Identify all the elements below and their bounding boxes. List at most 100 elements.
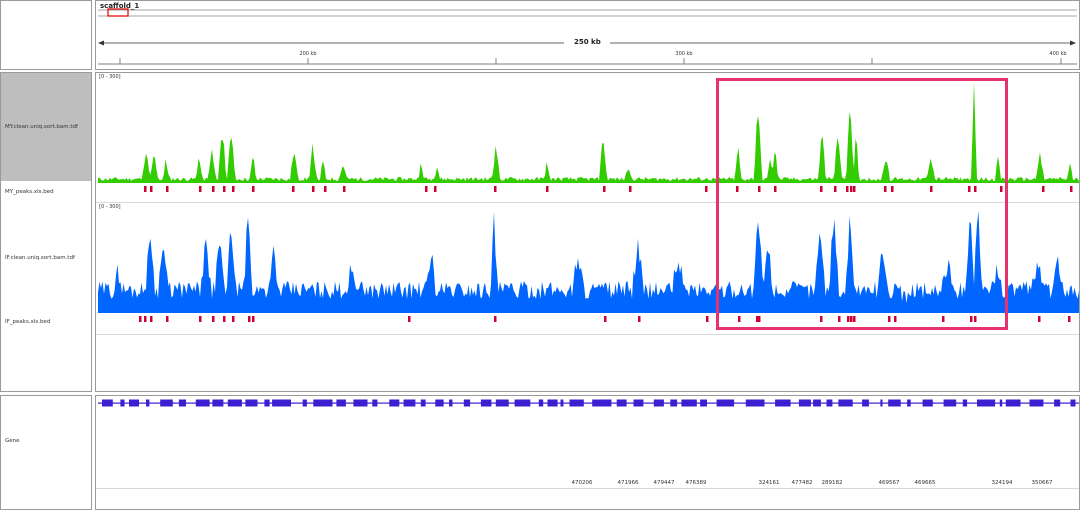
peak-mark <box>223 186 226 192</box>
peak-mark <box>1042 186 1045 192</box>
gene-exon <box>907 399 911 407</box>
gene-id-label[interactable]: 324194 <box>992 480 1013 486</box>
gene-exon <box>514 399 531 407</box>
gene-exon <box>538 399 544 407</box>
ruler-svg <box>98 8 1077 65</box>
gene-exon <box>1054 399 1061 407</box>
peak-mark <box>212 316 215 322</box>
gene-exon <box>838 399 853 407</box>
gene-exon <box>403 399 416 407</box>
peak-mark <box>248 316 251 322</box>
gene-exon <box>302 399 307 407</box>
peak-mark <box>199 316 202 322</box>
peak-mark <box>312 186 315 192</box>
peak-mark <box>604 316 607 322</box>
peak-mark <box>343 186 346 192</box>
gene-exon <box>775 399 791 407</box>
peak-mark <box>705 186 708 192</box>
peak-mark <box>166 316 169 322</box>
gene-exon <box>569 399 584 407</box>
gene-exon <box>1029 399 1044 407</box>
gene-exon <box>336 399 346 407</box>
gene-id-label[interactable]: 289182 <box>822 480 843 486</box>
gene-exon <box>389 399 400 407</box>
gene-id-label[interactable]: 470206 <box>572 480 593 486</box>
peak-mark <box>232 316 235 322</box>
gene-id-label[interactable]: 469665 <box>915 480 936 486</box>
gene-id-label[interactable]: 469567 <box>879 480 900 486</box>
peak-mark <box>144 186 147 192</box>
gene-exon <box>1070 399 1076 407</box>
gene-id-label[interactable]: 324161 <box>759 480 780 486</box>
peak-mark <box>292 186 295 192</box>
peak-mark <box>494 316 497 322</box>
gene-id-label[interactable]: 477482 <box>792 480 813 486</box>
gene-exon <box>463 399 471 407</box>
ruler-tick-label: 200 kb <box>299 51 317 57</box>
gene-panel[interactable]: 470206 471966 479447 476389 324161 47748… <box>95 395 1080 510</box>
gene-id-label[interactable]: 350667 <box>1032 480 1053 486</box>
gene-exon <box>313 399 333 407</box>
peak-mark <box>150 186 153 192</box>
gene-exon <box>999 399 1003 407</box>
gene-exon <box>633 399 644 407</box>
gene-name-panel: Gene <box>0 395 92 510</box>
track-name-my-tdf[interactable]: MY.clean.uniq.sort.bam.tdf <box>5 124 78 130</box>
ruler-tick-label: 300 kb <box>675 51 693 57</box>
peak-mark <box>1038 316 1041 322</box>
gene-exon <box>1005 399 1021 407</box>
gene-exon <box>670 399 678 407</box>
span-label: 250 kb <box>574 38 601 46</box>
gene-exon <box>212 399 224 407</box>
gene-exon <box>745 399 765 407</box>
gene-exon <box>826 399 833 407</box>
peak-mark <box>232 186 235 192</box>
gene-exon <box>977 399 996 407</box>
gene-exon <box>146 399 150 407</box>
gene-exon <box>922 399 933 407</box>
gene-exon <box>420 399 426 407</box>
peak-mark <box>408 316 411 322</box>
gene-track[interactable] <box>98 397 1079 409</box>
gene-exon <box>120 399 125 407</box>
gene-exon <box>195 399 210 407</box>
gene-exon <box>372 399 378 407</box>
peak-mark <box>1070 186 1073 192</box>
gene-exon <box>495 399 509 407</box>
gene-id-label[interactable]: 479447 <box>654 480 675 486</box>
gene-exon <box>272 399 291 407</box>
peak-mark <box>252 186 255 192</box>
gene-exon <box>245 399 258 407</box>
peak-mark <box>603 186 606 192</box>
gene-exon <box>592 399 612 407</box>
gene-exon <box>227 399 242 407</box>
gene-exon <box>353 399 368 407</box>
gene-exon <box>700 399 707 407</box>
gene-exon <box>480 399 492 407</box>
peak-mark <box>223 316 226 322</box>
gene-track-name[interactable]: Gene <box>5 438 20 444</box>
gene-exon <box>813 399 821 407</box>
peak-mark <box>629 186 632 192</box>
gene-id-label[interactable]: 471966 <box>618 480 639 486</box>
gene-id-label[interactable]: 476389 <box>686 480 707 486</box>
peak-mark <box>166 186 169 192</box>
peak-mark <box>638 316 641 322</box>
gene-exon <box>681 399 697 407</box>
ruler-panel[interactable]: scaffold_1 250 kb 200 kb 300 kb 400 kb <box>95 0 1080 70</box>
peak-mark <box>494 186 497 192</box>
track-name-my-peaks[interactable]: MY_peaks.xls.bed <box>5 189 54 195</box>
data-track-panel[interactable]: [0 - 300] [0 - 300] <box>95 72 1080 392</box>
track-name-panel: MY.clean.uniq.sort.bam.tdf MY_peaks.xls.… <box>0 72 92 392</box>
gene-exon <box>798 399 811 407</box>
gene-exon <box>888 399 901 407</box>
gene-exon <box>862 399 869 407</box>
peak-mark <box>546 186 549 192</box>
peak-mark <box>434 186 437 192</box>
peak-mark <box>706 316 709 322</box>
peak-mark <box>150 316 153 322</box>
peak-mark <box>199 186 202 192</box>
track-name-if-tdf[interactable]: IF.clean.uniq.sort.bam.tdf <box>5 255 75 261</box>
peak-mark <box>252 316 255 322</box>
track-name-if-peaks[interactable]: IF_peaks.xls.bed <box>5 319 50 325</box>
